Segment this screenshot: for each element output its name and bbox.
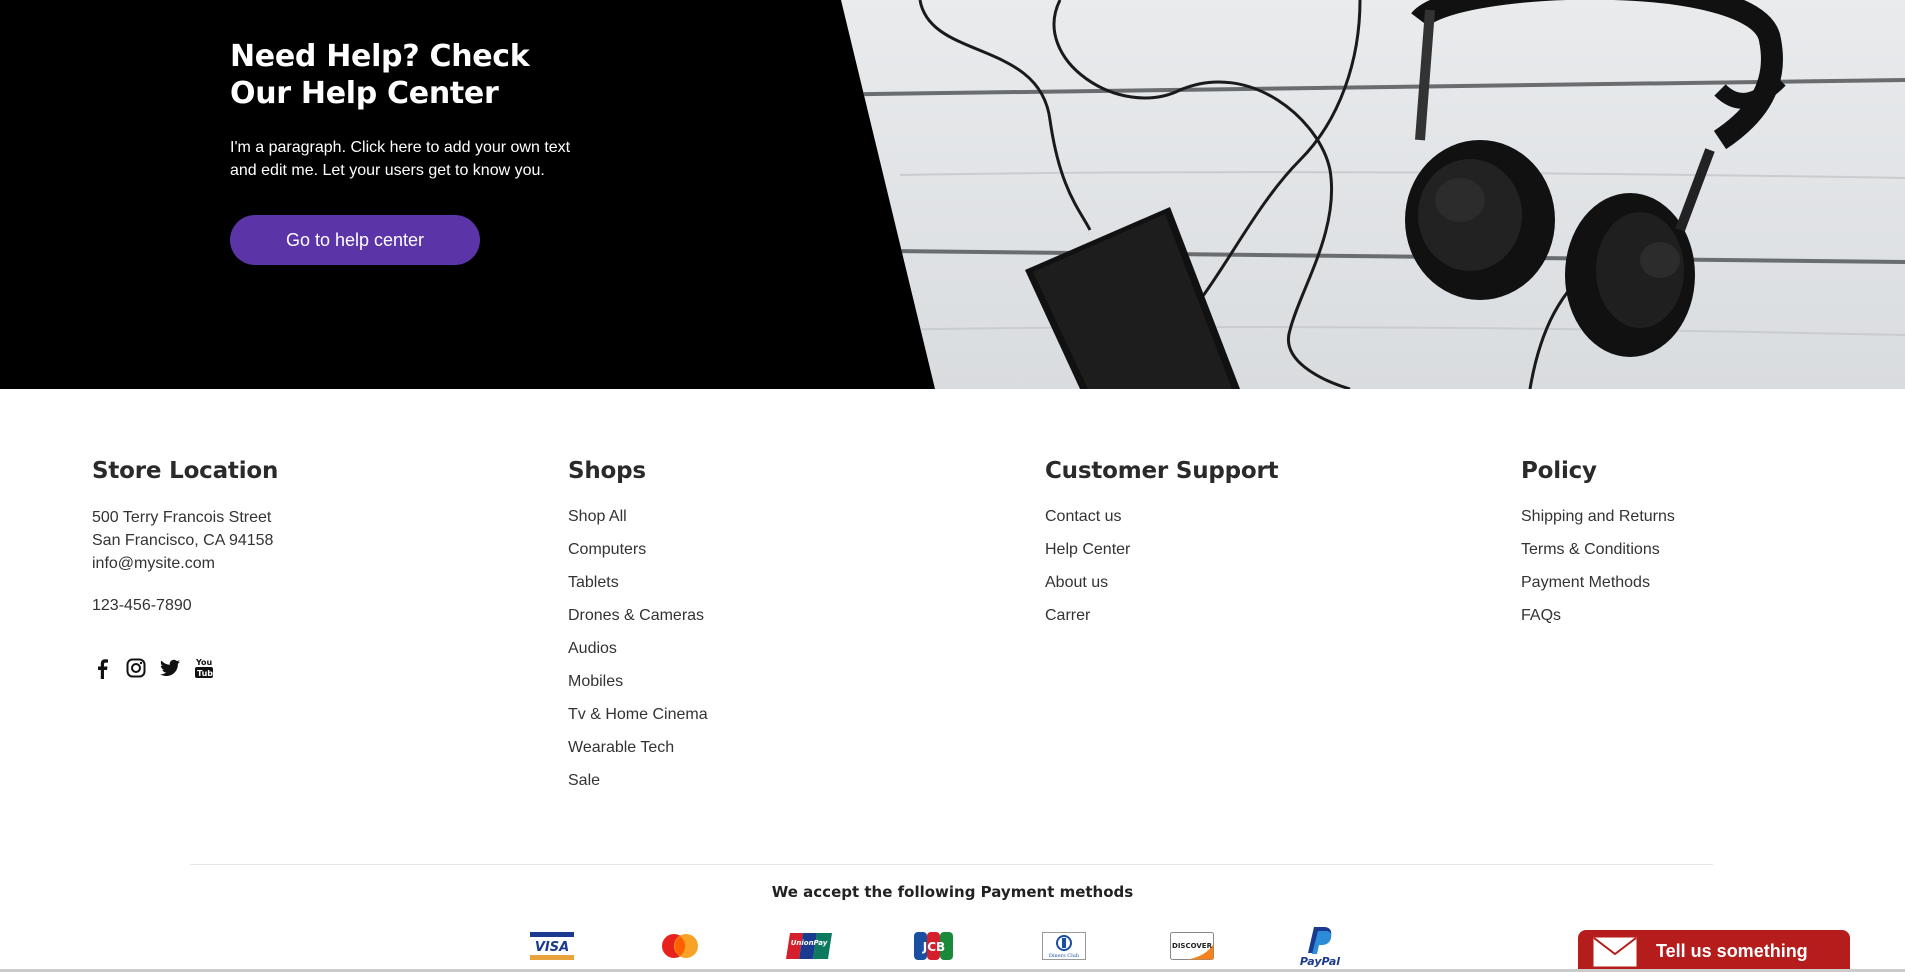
store-location-column: Store Location 500 Terry Francois Street… xyxy=(92,456,278,679)
twitter-icon[interactable] xyxy=(160,657,180,679)
envelope-icon xyxy=(1593,937,1637,967)
youtube-icon[interactable]: You Tube xyxy=(194,657,214,679)
chat-label: Tell us something xyxy=(1656,940,1808,961)
policy-link-terms[interactable]: Terms & Conditions xyxy=(1521,533,1675,566)
shops-link-wearable-tech[interactable]: Wearable Tech xyxy=(568,731,708,764)
footer-divider xyxy=(190,864,1713,865)
go-to-help-center-button[interactable]: Go to help center xyxy=(230,215,480,265)
support-list: Contact us Help Center About us Carrer xyxy=(1045,500,1278,632)
policy-heading: Policy xyxy=(1521,458,1597,484)
social-links: You Tube xyxy=(92,657,278,679)
shops-link-sale[interactable]: Sale xyxy=(568,764,708,797)
shops-link-audios[interactable]: Audios xyxy=(568,632,708,665)
help-banner-title-line2: Our Help Center xyxy=(230,76,499,111)
shops-link-tv-home-cinema[interactable]: Tv & Home Cinema xyxy=(568,698,708,731)
store-email-link[interactable]: info@mysite.com xyxy=(92,552,278,575)
help-banner-paragraph: I'm a paragraph. Click here to add your … xyxy=(230,139,571,179)
tell-us-something-chat-button[interactable]: Tell us something xyxy=(1578,930,1850,972)
svg-text:PayPal: PayPal xyxy=(1300,955,1340,967)
unionpay-icon: UnionPay xyxy=(786,925,914,967)
support-link-about[interactable]: About us xyxy=(1045,566,1278,599)
svg-text:Tube: Tube xyxy=(197,669,214,678)
policy-link-payment-methods[interactable]: Payment Methods xyxy=(1521,566,1675,599)
svg-text:Diners Club: Diners Club xyxy=(1049,953,1079,959)
svg-text:You: You xyxy=(195,658,213,667)
policy-link-shipping-returns[interactable]: Shipping and Returns xyxy=(1521,500,1675,533)
payment-methods-title: We accept the following Payment methods xyxy=(771,883,1134,901)
store-location-heading: Store Location xyxy=(92,458,279,484)
shops-column: Shops Shop All Computers Tablets Drones … xyxy=(568,456,708,797)
address-line2: San Francisco, CA 94158 xyxy=(92,532,274,549)
shops-link-drones-cameras[interactable]: Drones & Cameras xyxy=(568,599,708,632)
help-banner-title-line1: Need Help? Check xyxy=(230,39,530,74)
customer-support-heading: Customer Support xyxy=(1045,458,1279,484)
paypal-icon: PayPal xyxy=(1298,925,1426,967)
store-phone: 123-456-7890 xyxy=(92,597,192,614)
svg-text:JCB: JCB xyxy=(922,940,945,954)
jcb-icon: JCB xyxy=(914,925,1042,967)
support-link-contact[interactable]: Contact us xyxy=(1045,500,1278,533)
shops-list: Shop All Computers Tablets Drones & Came… xyxy=(568,500,708,797)
shops-link-tablets[interactable]: Tablets xyxy=(568,566,708,599)
facebook-icon[interactable] xyxy=(92,657,112,679)
policy-link-faqs[interactable]: FAQs xyxy=(1521,599,1675,632)
svg-text:UnionPay: UnionPay xyxy=(791,939,828,947)
address-line1: 500 Terry Francois Street xyxy=(92,509,272,526)
help-banner-title: Need Help? Check Our Help Center xyxy=(230,38,610,112)
discover-icon: DISCOVER xyxy=(1170,925,1298,967)
diners-club-icon: Diners Club xyxy=(1042,925,1170,967)
visa-icon: VISA xyxy=(530,925,658,967)
policy-column: Policy Shipping and Returns Terms & Cond… xyxy=(1521,456,1675,632)
shops-link-computers[interactable]: Computers xyxy=(568,533,708,566)
shops-link-mobiles[interactable]: Mobiles xyxy=(568,665,708,698)
payment-logos: VISA UnionPay JCB Diners Club DISCOVER P… xyxy=(530,925,1426,967)
policy-list: Shipping and Returns Terms & Conditions … xyxy=(1521,500,1675,632)
support-link-carrer[interactable]: Carrer xyxy=(1045,599,1278,632)
help-banner-content: Need Help? Check Our Help Center I'm a p… xyxy=(230,38,610,265)
store-address: 500 Terry Francois Street San Francisco,… xyxy=(92,506,278,575)
instagram-icon[interactable] xyxy=(126,657,146,679)
help-banner: Need Help? Check Our Help Center I'm a p… xyxy=(0,0,1905,389)
svg-text:DISCOVER: DISCOVER xyxy=(1172,942,1213,950)
support-link-help-center[interactable]: Help Center xyxy=(1045,533,1278,566)
svg-text:VISA: VISA xyxy=(535,940,569,955)
mastercard-icon xyxy=(658,925,786,967)
shops-heading: Shops xyxy=(568,458,646,484)
customer-support-column: Customer Support Contact us Help Center … xyxy=(1045,456,1279,632)
shops-link-shop-all[interactable]: Shop All xyxy=(568,500,708,533)
